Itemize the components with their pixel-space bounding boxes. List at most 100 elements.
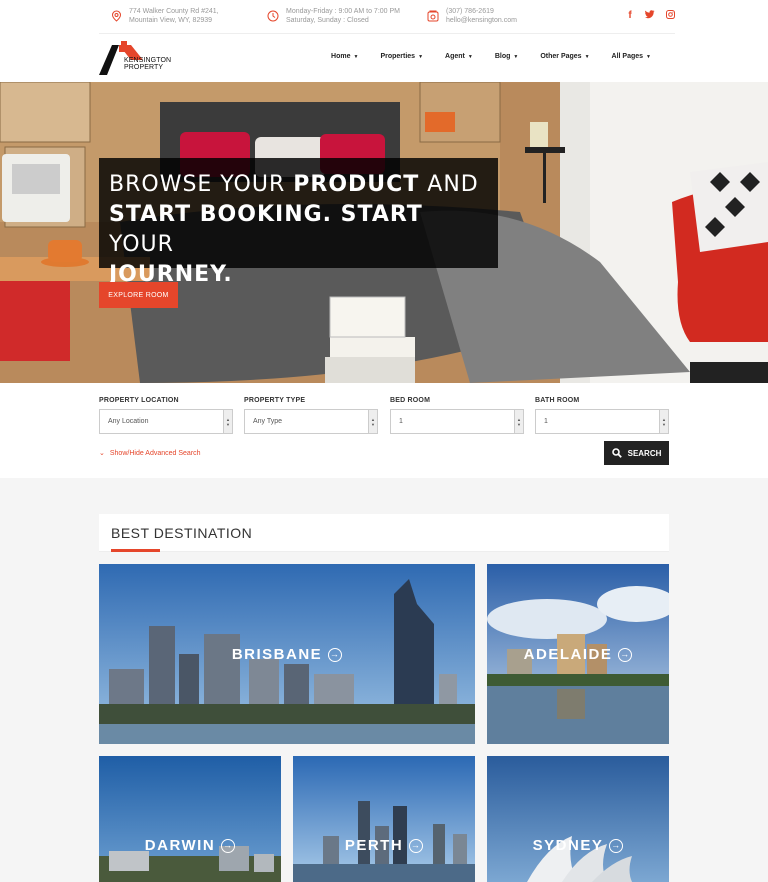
destination-name: ADELAIDE	[523, 646, 613, 663]
perth-image	[293, 756, 475, 882]
arrow-right-circle-icon: →	[328, 647, 343, 662]
nav-label: Properties	[380, 53, 416, 60]
clock-icon	[266, 9, 280, 23]
chevron-down-icon: ⌄	[99, 450, 105, 457]
property-type-field: PROPERTY TYPE Any Type ▲ ▼	[244, 397, 378, 434]
destination-card-sydney[interactable]: SYDNEY →	[487, 756, 669, 882]
field-label: BATH ROOM	[535, 397, 580, 404]
phone-number[interactable]: (307) 786-2619	[446, 7, 517, 16]
nav-item-blog[interactable]: Blog ▼	[495, 53, 519, 60]
top-bar: 774 Walker County Rd #241, Mountain View…	[0, 0, 768, 34]
select-value: Any Location	[108, 418, 149, 425]
select-arrows-icon: ▲ ▼	[223, 410, 232, 433]
select-arrows-icon: ▲ ▼	[659, 410, 668, 433]
hours-line-2: Saturday, Sunday : Closed	[286, 17, 369, 24]
nav-item-home[interactable]: Home ▼	[331, 53, 358, 60]
destination-label: DARWIN →	[99, 837, 281, 854]
logo-line-2: PROPERTY	[124, 64, 164, 71]
address-info: 774 Walker County Rd #241, Mountain View…	[109, 7, 219, 25]
type-select[interactable]: Any Type ▲ ▼	[244, 409, 378, 434]
search-button-label: SEARCH	[627, 448, 662, 458]
twitter-icon[interactable]	[645, 10, 655, 23]
title-underline	[111, 549, 160, 552]
chevron-down-icon: ▼	[513, 53, 519, 60]
logo-line-1: KENSINGTON	[124, 57, 172, 64]
hero-line-1: BROWSE YOUR PRODUCT AND	[109, 172, 479, 197]
arrow-right-circle-icon: →	[618, 647, 633, 662]
arrow-right-circle-icon: →	[221, 838, 236, 853]
hero-line-2: START BOOKING. START YOUR	[109, 202, 423, 257]
email-address[interactable]: hello@kensington.com	[446, 16, 517, 25]
property-location-field: PROPERTY LOCATION Any Location ▲ ▼	[99, 397, 233, 434]
destination-card-darwin[interactable]: DARWIN →	[99, 756, 281, 882]
destination-name: BRISBANE	[231, 646, 323, 663]
destination-card-adelaide[interactable]: ADELAIDE →	[487, 564, 669, 744]
explore-room-button[interactable]: EXPLORE ROOM	[99, 282, 178, 308]
bed-room-select[interactable]: 1 ▲ ▼	[390, 409, 524, 434]
chevron-down-icon: ▼	[646, 53, 651, 60]
darwin-image	[99, 756, 281, 882]
select-value: Any Type	[253, 418, 283, 425]
chevron-down-icon: ▼	[467, 53, 473, 60]
bath-room-select[interactable]: 1 ▲ ▼	[535, 409, 669, 434]
social-links: f	[625, 10, 675, 23]
nav-label: Home	[331, 53, 351, 60]
destination-label: BRISBANE →	[99, 646, 475, 663]
section-title: BEST DESTINATION	[111, 525, 253, 541]
chevron-down-icon: ▼	[418, 53, 424, 60]
advanced-search-label: Show/Hide Advanced Search	[109, 449, 201, 457]
hero-banner: BROWSE YOUR PRODUCT AND START BOOKING. S…	[0, 82, 768, 383]
destination-name: PERTH	[344, 837, 404, 854]
search-button[interactable]: SEARCH	[604, 441, 669, 465]
arrow-right-circle-icon: →	[409, 838, 424, 853]
bath-room-field: BATH ROOM 1 ▲ ▼	[535, 397, 669, 434]
destination-label: SYDNEY →	[487, 837, 669, 854]
arrow-right-circle-icon: →	[609, 838, 624, 853]
destination-name: SYDNEY	[532, 837, 604, 854]
select-arrows-icon: ▲ ▼	[514, 410, 523, 433]
contact-info: (307) 786-2619 hello@kensington.com	[426, 7, 517, 25]
phone-icon	[426, 9, 440, 23]
hero-caption: BROWSE YOUR PRODUCT AND START BOOKING. S…	[99, 158, 498, 287]
destination-card-perth[interactable]: PERTH →	[293, 756, 475, 882]
address-line-1: 774 Walker County Rd #241,	[129, 8, 219, 15]
search-icon	[611, 448, 622, 458]
nav-label: All Pages	[611, 53, 644, 60]
chevron-down-icon: ▼	[584, 53, 590, 60]
select-value: 1	[399, 418, 403, 425]
destination-name: DARWIN	[144, 837, 216, 854]
chevron-down-icon: ▼	[353, 53, 359, 60]
nav-label: Other Pages	[540, 53, 582, 60]
location-select[interactable]: Any Location ▲ ▼	[99, 409, 233, 434]
nav-item-properties[interactable]: Properties ▼	[380, 53, 423, 60]
field-label: PROPERTY TYPE	[244, 397, 306, 404]
property-search-form: PROPERTY LOCATION Any Location ▲ ▼ PROPERT…	[0, 383, 768, 478]
logo[interactable]: KENSINGTON PROPERTY	[99, 40, 179, 76]
destination-label: ADELAIDE →	[487, 646, 669, 663]
nav-item-all-pages[interactable]: All Pages ▼	[612, 53, 651, 60]
destination-label: PERTH →	[293, 837, 475, 854]
instagram-icon[interactable]	[665, 10, 675, 23]
map-pin-icon	[109, 9, 123, 23]
select-value: 1	[544, 418, 548, 425]
best-destination-header: BEST DESTINATION	[99, 514, 669, 552]
field-label: PROPERTY LOCATION	[99, 397, 179, 404]
main-menu: Home ▼ Properties ▼ Agent ▼ Blog ▼ Other Pag…	[331, 53, 651, 60]
top-bar-inner: 774 Walker County Rd #241, Mountain View…	[99, 0, 675, 34]
advanced-search-toggle[interactable]: ⌄ Show/Hide Advanced Search	[99, 449, 201, 458]
nav-label: Blog	[494, 53, 511, 60]
hours-info: Monday-Friday : 9:00 AM to 7:00 PM Satur…	[266, 7, 400, 25]
select-arrows-icon: ▲ ▼	[368, 410, 377, 433]
nav-item-agent[interactable]: Agent ▼	[445, 53, 473, 60]
hours-line-1: Monday-Friday : 9:00 AM to 7:00 PM	[286, 8, 400, 15]
logo-text: KENSINGTON PROPERTY	[124, 57, 171, 71]
destination-card-brisbane[interactable]: BRISBANE →	[99, 564, 475, 744]
address-line-2: Mountain View, WY, 82939	[129, 17, 213, 24]
facebook-icon[interactable]: f	[625, 10, 635, 23]
main-navbar: KENSINGTON PROPERTY Home ▼ Properties ▼ Ag…	[0, 34, 768, 82]
bed-room-field: BED ROOM 1 ▲ ▼	[390, 397, 524, 434]
nav-item-other-pages[interactable]: Other Pages ▼	[540, 53, 589, 60]
sydney-image	[487, 756, 669, 882]
field-label: BED ROOM	[390, 397, 431, 404]
nav-label: Agent	[445, 53, 465, 60]
